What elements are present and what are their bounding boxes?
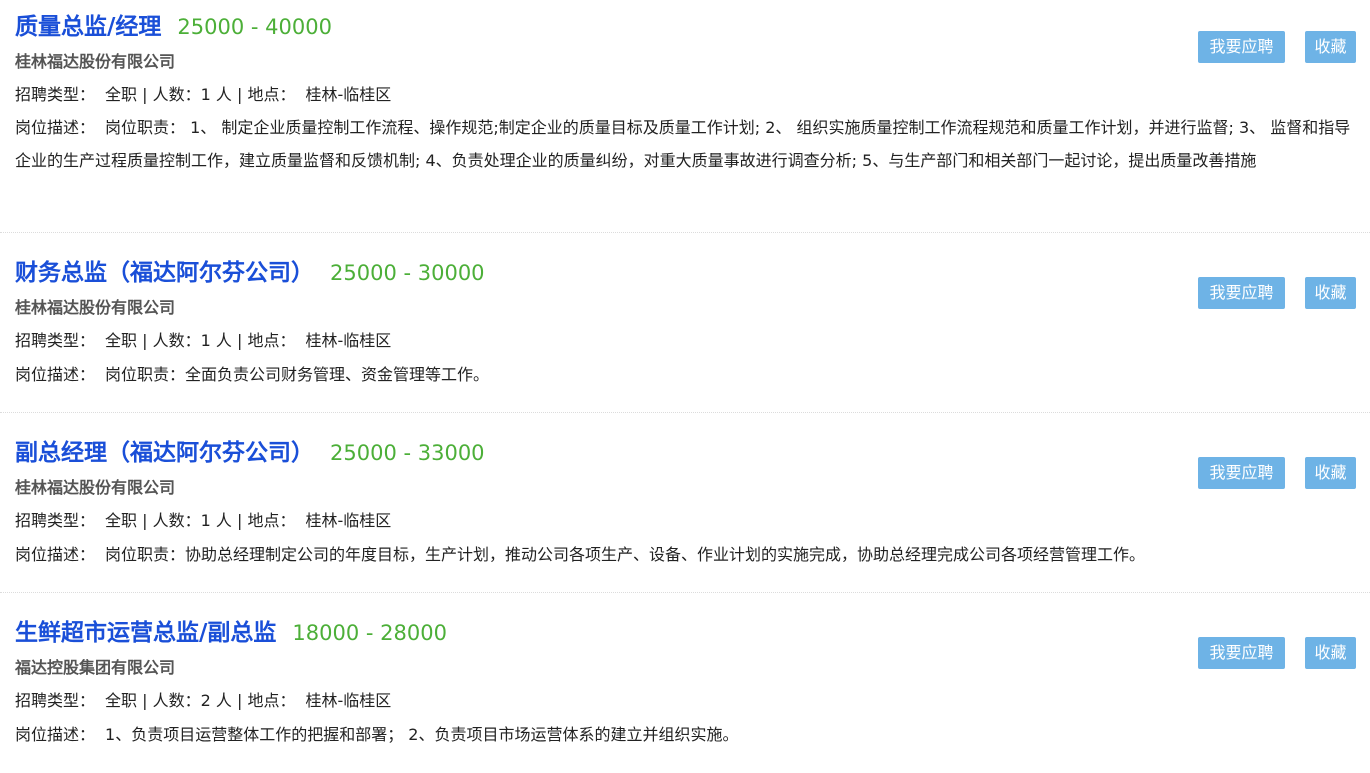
salary-range: 25000 - 30000 [330,261,485,285]
job-meta: 招聘类型： 全职 | 人数：2 人 | 地点： 桂林-临桂区 [15,691,392,710]
job-description: 岗位描述： 岗位职责：协助总经理制定公司的年度目标，生产计划，推动公司各项生产、设… [15,538,1360,571]
apply-button[interactable]: 我要应聘 [1198,637,1285,669]
favorite-button[interactable]: 收藏 [1305,637,1356,669]
job-title-row: 财务总监（福达阿尔芬公司） 25000 - 30000 [15,256,485,290]
count-label: 人数： [152,85,201,104]
job-type: 全职 [105,85,138,104]
headcount: 1 人 [200,331,232,350]
favorite-button[interactable]: 收藏 [1305,31,1356,63]
job-title-row: 质量总监/经理 25000 - 40000 [15,10,332,44]
job-meta: 招聘类型： 全职 | 人数：1 人 | 地点： 桂林-临桂区 [15,331,392,350]
salary-range: 25000 - 33000 [330,441,485,465]
company-name: 桂林福达股份有限公司 [15,52,176,71]
job-description: 岗位描述： 岗位职责：全面负责公司财务管理、资金管理等工作。 [15,358,1360,391]
apply-button[interactable]: 我要应聘 [1198,457,1285,489]
job-description: 岗位描述： 1、负责项目运营整体工作的把握和部署； 2、负责项目市场运营体系的建立… [15,718,1360,751]
job-card: 生鲜超市运营总监/副总监 18000 - 28000 福达控股集团有限公司 招聘类… [0,593,1370,773]
salary-range: 18000 - 28000 [292,621,447,645]
job-type: 全职 [105,331,138,350]
count-label: 人数： [152,511,201,530]
job-description: 岗位描述： 岗位职责： 1、 制定企业质量控制工作流程、操作规范;制定企业的质量目… [15,111,1360,177]
job-title-link[interactable]: 财务总监（福达阿尔芬公司） [15,260,314,286]
desc-label: 岗位描述： [15,118,96,137]
job-location: 桂林-临桂区 [305,85,392,104]
job-title-link[interactable]: 质量总监/经理 [15,14,161,40]
job-location: 桂林-临桂区 [305,511,392,530]
job-location: 桂林-临桂区 [305,331,392,350]
job-title-link[interactable]: 副总经理（福达阿尔芬公司） [15,440,314,466]
job-location: 桂林-临桂区 [305,691,392,710]
favorite-button[interactable]: 收藏 [1305,457,1356,489]
job-title-link[interactable]: 生鲜超市运营总监/副总监 [15,620,276,646]
favorite-button[interactable]: 收藏 [1305,277,1356,309]
salary-range: 25000 - 40000 [177,15,332,39]
job-card: 质量总监/经理 25000 - 40000 桂林福达股份有限公司 招聘类型： 全职 … [0,0,1370,233]
job-title-row: 生鲜超市运营总监/副总监 18000 - 28000 [15,616,447,650]
apply-button[interactable]: 我要应聘 [1198,277,1285,309]
job-type: 全职 [105,511,138,530]
type-label: 招聘类型： [15,691,96,710]
location-label: 地点： [247,691,296,710]
type-label: 招聘类型： [15,85,96,104]
desc-label: 岗位描述： [15,545,96,564]
headcount: 1 人 [200,511,232,530]
description-text: 岗位职责：全面负责公司财务管理、资金管理等工作。 [105,365,490,384]
type-label: 招聘类型： [15,511,96,530]
job-meta: 招聘类型： 全职 | 人数：1 人 | 地点： 桂林-临桂区 [15,511,392,530]
headcount: 2 人 [200,691,232,710]
location-label: 地点： [247,511,296,530]
job-card: 财务总监（福达阿尔芬公司） 25000 - 30000 桂林福达股份有限公司 招聘… [0,233,1370,413]
description-text: 岗位职责：协助总经理制定公司的年度目标，生产计划，推动公司各项生产、设备、作业计… [105,545,1146,564]
company-name: 福达控股集团有限公司 [15,658,176,677]
location-label: 地点： [247,331,296,350]
description-text: 岗位职责： 1、 制定企业质量控制工作流程、操作规范;制定企业的质量目标及质量工… [15,118,1351,170]
job-meta: 招聘类型： 全职 | 人数：1 人 | 地点： 桂林-临桂区 [15,85,392,104]
count-label: 人数： [152,691,201,710]
company-name: 桂林福达股份有限公司 [15,298,176,317]
desc-label: 岗位描述： [15,365,96,384]
description-text: 1、负责项目运营整体工作的把握和部署； 2、负责项目市场运营体系的建立并组织实施… [105,725,739,744]
desc-label: 岗位描述： [15,725,96,744]
location-label: 地点： [247,85,296,104]
company-name: 桂林福达股份有限公司 [15,478,176,497]
headcount: 1 人 [200,85,232,104]
job-type: 全职 [105,691,138,710]
job-card: 副总经理（福达阿尔芬公司） 25000 - 33000 桂林福达股份有限公司 招聘… [0,413,1370,593]
job-list: 质量总监/经理 25000 - 40000 桂林福达股份有限公司 招聘类型： 全职 … [0,0,1370,773]
type-label: 招聘类型： [15,331,96,350]
apply-button[interactable]: 我要应聘 [1198,31,1285,63]
job-title-row: 副总经理（福达阿尔芬公司） 25000 - 33000 [15,436,485,470]
count-label: 人数： [152,331,201,350]
